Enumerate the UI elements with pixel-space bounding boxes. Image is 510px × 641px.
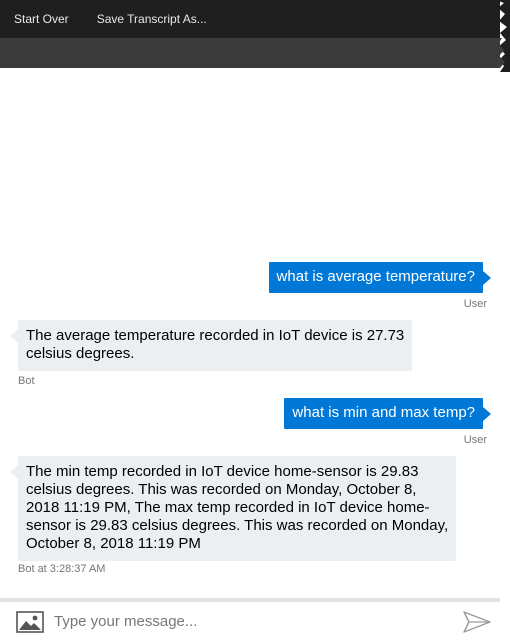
user-message-bubble: what is min and max temp? [284, 398, 491, 429]
message-meta: User [463, 298, 487, 310]
chat-window: Start Over Save Transcript As... what is… [0, 0, 510, 641]
bot-message-bubble: The average temperature recorded in IoT … [9, 320, 413, 371]
user-message-bubble: what is average temperature? [268, 262, 492, 293]
send-icon[interactable] [462, 610, 492, 634]
save-transcript-menu-item[interactable]: Save Transcript As... [97, 12, 207, 26]
message-meta: Bot at 3:28:37 AM [18, 563, 106, 575]
toolbar [0, 38, 500, 68]
message-text-line: The average temperature recorded in IoT … [26, 327, 405, 344]
message-text-line: October 8, 2018 11:19 PM [26, 535, 201, 552]
message-text-line: celsius degrees. [26, 345, 135, 362]
message-meta: User [463, 434, 487, 446]
image-icon[interactable] [16, 610, 44, 633]
menu-bar: Start Over Save Transcript As... [0, 0, 500, 38]
message-meta: Bot [18, 375, 35, 387]
message-text-line: sensor is 29.83 celsius degrees. This wa… [26, 517, 449, 534]
message-input[interactable] [54, 613, 462, 630]
torn-edge [496, 0, 510, 72]
message-text-line: celsius degrees. This was recorded on Mo… [26, 481, 417, 498]
message-text-line: The min temp recorded in IoT device home… [26, 463, 419, 480]
message-text-line: 2018 11:19 PM, The max temp recorded in … [26, 499, 430, 516]
input-bar [0, 598, 500, 641]
message-text: what is min and max temp? [292, 404, 475, 421]
message-text: what is average temperature? [276, 268, 475, 285]
bot-message-bubble: The min temp recorded in IoT device home… [9, 456, 457, 561]
start-over-menu-item[interactable]: Start Over [14, 12, 69, 26]
chat-history[interactable]: what is average temperature? User The av… [0, 68, 500, 598]
